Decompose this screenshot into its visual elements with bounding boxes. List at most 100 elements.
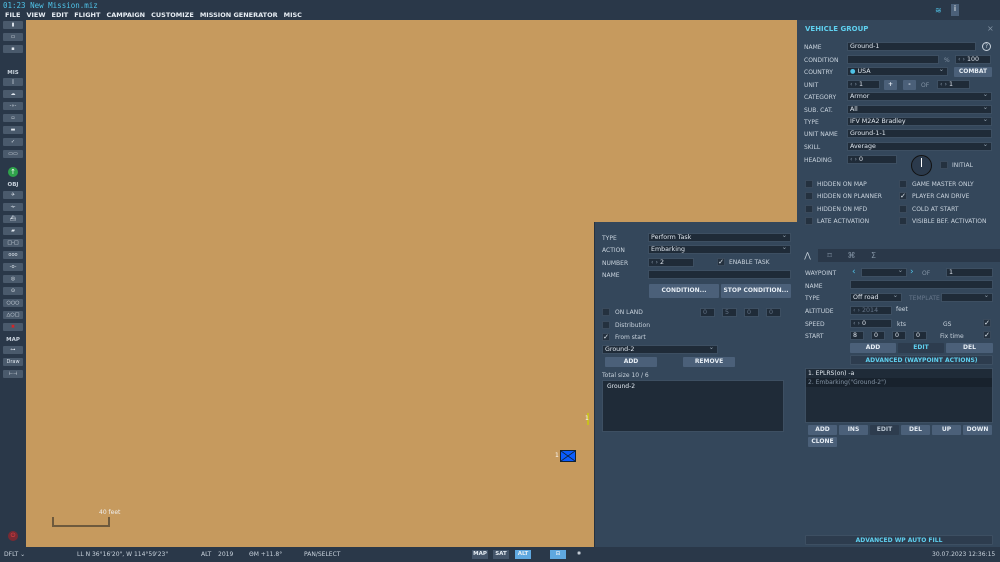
help-icon[interactable]: ? bbox=[982, 42, 991, 51]
task-name-input[interactable] bbox=[648, 270, 791, 279]
group-list-item[interactable]: Ground-2 bbox=[603, 381, 783, 392]
action-ins-button[interactable]: INS bbox=[839, 425, 868, 435]
ground-unit-icon[interactable]: ▰ bbox=[3, 227, 23, 235]
prev-waypoint-icon[interactable]: ‹ bbox=[852, 267, 856, 277]
start-minutes[interactable]: 0 bbox=[871, 331, 885, 340]
action-clone-button[interactable]: CLONE bbox=[808, 437, 837, 447]
subcat-select[interactable]: All bbox=[847, 105, 992, 114]
on-land-hours[interactable]: 0 bbox=[700, 308, 715, 317]
cold-at-start-checkbox[interactable] bbox=[899, 205, 907, 213]
fullscreen-icon[interactable]: ⌗ bbox=[574, 550, 584, 559]
wifi-icon[interactable]: ≋ bbox=[935, 6, 942, 15]
resources-icon[interactable]: ▭▭ bbox=[3, 150, 23, 158]
advanced-waypoint-actions-button[interactable]: ADVANCED (WAYPOINT ACTIONS) bbox=[850, 355, 993, 365]
ruler-icon[interactable]: ⊢⊣ bbox=[3, 370, 23, 378]
wp-name-input[interactable] bbox=[850, 280, 993, 289]
stop-condition-button[interactable]: STOP CONDITION... bbox=[721, 284, 791, 298]
save-icon[interactable]: ▪ bbox=[3, 45, 23, 53]
type-select[interactable]: IFV M2A2 Bradley bbox=[847, 117, 992, 126]
unit-count-stepper[interactable]: ‹ › 1 bbox=[937, 80, 970, 89]
action-edit-button[interactable]: EDIT bbox=[870, 425, 899, 435]
circle-icon[interactable]: ⊙ bbox=[3, 287, 23, 295]
late-activation-checkbox[interactable] bbox=[805, 217, 813, 225]
template-select[interactable] bbox=[941, 293, 993, 302]
menu-file[interactable]: FILE bbox=[5, 11, 20, 19]
category-select[interactable]: Armor bbox=[847, 92, 992, 101]
shapes-icon[interactable]: △○□ bbox=[3, 311, 23, 319]
check-icon[interactable]: ✓ bbox=[3, 138, 23, 146]
map-view-button[interactable]: MAP bbox=[472, 550, 488, 559]
gs-checkbox[interactable]: ✓ bbox=[983, 319, 991, 327]
action-item[interactable]: 1. EPLRS(on) -a bbox=[806, 369, 992, 378]
initial-checkbox[interactable] bbox=[940, 161, 948, 169]
waypoint-select[interactable] bbox=[861, 268, 907, 277]
heading-stepper[interactable]: ‹ › 0 bbox=[847, 155, 897, 164]
group-remove-button[interactable]: REMOVE bbox=[683, 357, 735, 367]
altitude-stepper[interactable]: ‹ › 2014 bbox=[850, 306, 892, 315]
tab-triggered-actions-icon[interactable]: ⌘ bbox=[841, 249, 862, 262]
rings-icon[interactable]: ○○○ bbox=[3, 299, 23, 307]
new-file-icon[interactable]: ▮ bbox=[3, 21, 23, 29]
wp-edit-button[interactable]: EDIT bbox=[898, 343, 944, 353]
briefing-icon[interactable]: ▯ bbox=[3, 78, 23, 86]
menu-misc[interactable]: MISC bbox=[284, 11, 302, 19]
layers-icon[interactable]: ⊟ bbox=[550, 550, 566, 559]
hidden-on-map-checkbox[interactable] bbox=[805, 180, 813, 188]
ground-unit-marker[interactable] bbox=[560, 450, 576, 462]
delete-icon[interactable]: ✖ bbox=[3, 323, 23, 331]
tab-summary-icon[interactable]: Σ bbox=[863, 249, 884, 262]
wp-add-button[interactable]: ADD bbox=[850, 343, 896, 353]
hidden-on-planner-checkbox[interactable] bbox=[805, 192, 813, 200]
tab-payload-icon[interactable]: ⌑ bbox=[819, 249, 840, 262]
menu-campaign[interactable]: CAMPAIGN bbox=[106, 11, 145, 19]
skill-select[interactable]: Average bbox=[847, 142, 992, 151]
task-action-select[interactable]: Embarking bbox=[648, 245, 791, 254]
open-folder-icon[interactable]: ▭ bbox=[3, 33, 23, 41]
menu-view[interactable]: VIEW bbox=[26, 11, 45, 19]
info-icon[interactable]: i bbox=[951, 4, 959, 16]
tab-route-icon[interactable]: ⋀ bbox=[797, 249, 818, 262]
fix-time-checkbox[interactable]: ✓ bbox=[983, 331, 991, 339]
condition-percent-stepper[interactable]: ‹ › 100 bbox=[955, 55, 991, 64]
mode-select[interactable]: DFLT ⌄ bbox=[4, 551, 25, 558]
speed-stepper[interactable]: ‹ › 0 bbox=[850, 319, 892, 328]
target-icon[interactable]: ◎ bbox=[3, 275, 23, 283]
action-add-button[interactable]: ADD bbox=[808, 425, 837, 435]
aircraft-icon[interactable]: ✈ bbox=[3, 191, 23, 199]
zone-icon[interactable]: ▫ bbox=[3, 114, 23, 122]
hidden-on-mfd-checkbox[interactable] bbox=[805, 205, 813, 213]
heading-dial[interactable] bbox=[911, 155, 932, 176]
on-land-checkbox[interactable] bbox=[602, 308, 610, 316]
waypoint-icon[interactable]: -o- bbox=[3, 263, 23, 271]
static-object-icon[interactable]: □-□ bbox=[3, 239, 23, 247]
start-hours[interactable]: 8 bbox=[850, 331, 864, 340]
start-seconds[interactable]: 0 bbox=[892, 331, 906, 340]
key-icon[interactable]: ⊶ bbox=[3, 346, 23, 354]
action-del-button[interactable]: DEL bbox=[901, 425, 930, 435]
condition-button[interactable]: CONDITION... bbox=[649, 284, 719, 298]
up-arrow-icon[interactable]: ↑ bbox=[8, 167, 18, 177]
group-add-button[interactable]: ADD bbox=[605, 357, 657, 367]
menu-mission-generator[interactable]: MISSION GENERATOR bbox=[200, 11, 278, 19]
on-land-days[interactable]: 0 bbox=[766, 308, 781, 317]
sat-view-button[interactable]: SAT bbox=[493, 550, 509, 559]
goals-icon[interactable]: ▬ bbox=[3, 126, 23, 134]
group-name-input[interactable]: Ground-1 bbox=[847, 42, 976, 51]
template-icon[interactable]: ooo bbox=[3, 251, 23, 259]
enable-task-checkbox[interactable]: ✓ bbox=[717, 258, 725, 266]
action-item[interactable]: 2. Embarking("Ground-2") bbox=[806, 378, 992, 387]
power-icon[interactable]: ⏻ bbox=[8, 531, 18, 541]
condition-input[interactable] bbox=[847, 55, 939, 64]
menu-customize[interactable]: CUSTOMIZE bbox=[151, 11, 194, 19]
alt-view-button[interactable]: ALT bbox=[515, 550, 531, 559]
on-land-seconds[interactable]: 0 bbox=[744, 308, 759, 317]
draw-button[interactable]: Draw bbox=[3, 358, 23, 366]
visible-before-activation-checkbox[interactable] bbox=[899, 217, 907, 225]
action-down-button[interactable]: DOWN bbox=[963, 425, 992, 435]
advanced-wp-auto-fill-button[interactable]: ADVANCED WP AUTO FILL bbox=[805, 535, 993, 545]
menu-edit[interactable]: EDIT bbox=[52, 11, 69, 19]
helicopter-icon[interactable]: ⟛ bbox=[3, 203, 23, 211]
action-up-button[interactable]: UP bbox=[932, 425, 961, 435]
menu-flight[interactable]: FLIGHT bbox=[74, 11, 100, 19]
task-number-stepper[interactable]: ‹ › 2 bbox=[648, 258, 694, 267]
